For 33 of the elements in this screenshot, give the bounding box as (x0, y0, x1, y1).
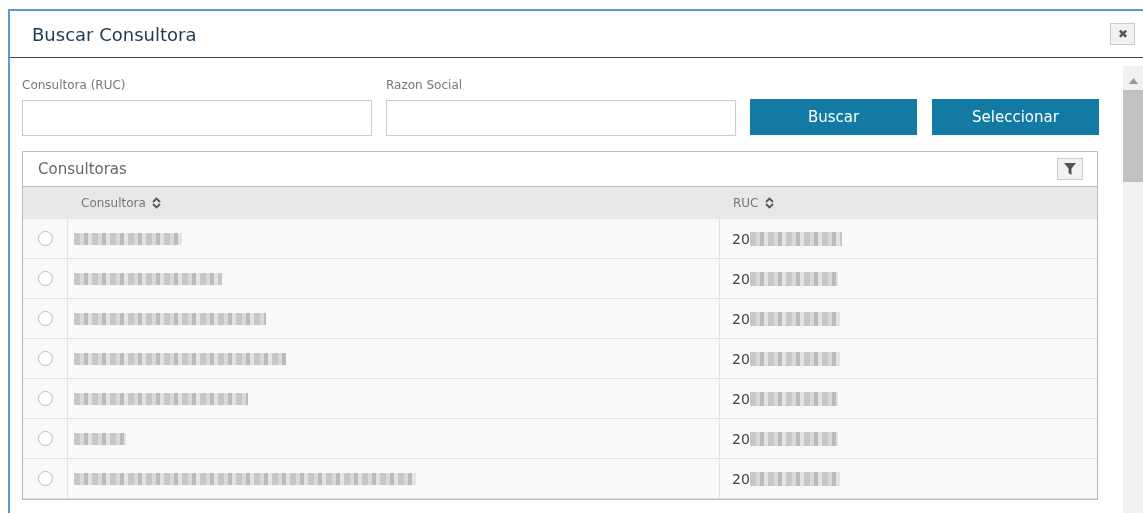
row-radio[interactable] (37, 271, 53, 286)
row-radio[interactable] (37, 311, 53, 326)
panel-title: Consultoras (38, 160, 127, 178)
table-cell: 20 (732, 430, 750, 447)
table-cell: 20 (732, 230, 750, 247)
field-label: Razon Social (386, 78, 464, 92)
table-cell: 20 (732, 390, 750, 407)
scroll-thumb[interactable] (1123, 90, 1143, 182)
field-label: Consultora (RUC) (22, 78, 127, 92)
table-cell: 20 (732, 270, 750, 287)
action-button[interactable]: Buscar (750, 99, 917, 135)
input-field[interactable] (386, 100, 736, 136)
column-header[interactable]: Consultora (81, 196, 146, 210)
sort-icon[interactable] (764, 197, 774, 209)
input-field[interactable] (22, 100, 372, 136)
redacted-text (74, 432, 126, 445)
row-radio[interactable] (37, 431, 53, 446)
scrollbar[interactable] (1123, 66, 1143, 513)
row-radio[interactable] (37, 351, 53, 366)
scroll-up-icon[interactable] (1129, 78, 1138, 84)
row-radio[interactable] (37, 391, 53, 406)
row-radio[interactable] (37, 471, 53, 486)
filter-button[interactable] (1057, 158, 1083, 180)
dialog-title: Buscar Consultora (32, 23, 197, 45)
table-cell: 20 (732, 470, 750, 487)
table-cell: 20 (732, 310, 750, 327)
filter-icon (1064, 163, 1076, 175)
table-cell: 20 (732, 350, 750, 367)
row-radio[interactable] (37, 231, 53, 246)
column-header[interactable]: RUC (733, 196, 759, 210)
action-button[interactable]: Seleccionar (932, 99, 1099, 135)
close-button[interactable]: ✖ (1110, 23, 1135, 45)
sort-icon[interactable] (151, 197, 161, 209)
